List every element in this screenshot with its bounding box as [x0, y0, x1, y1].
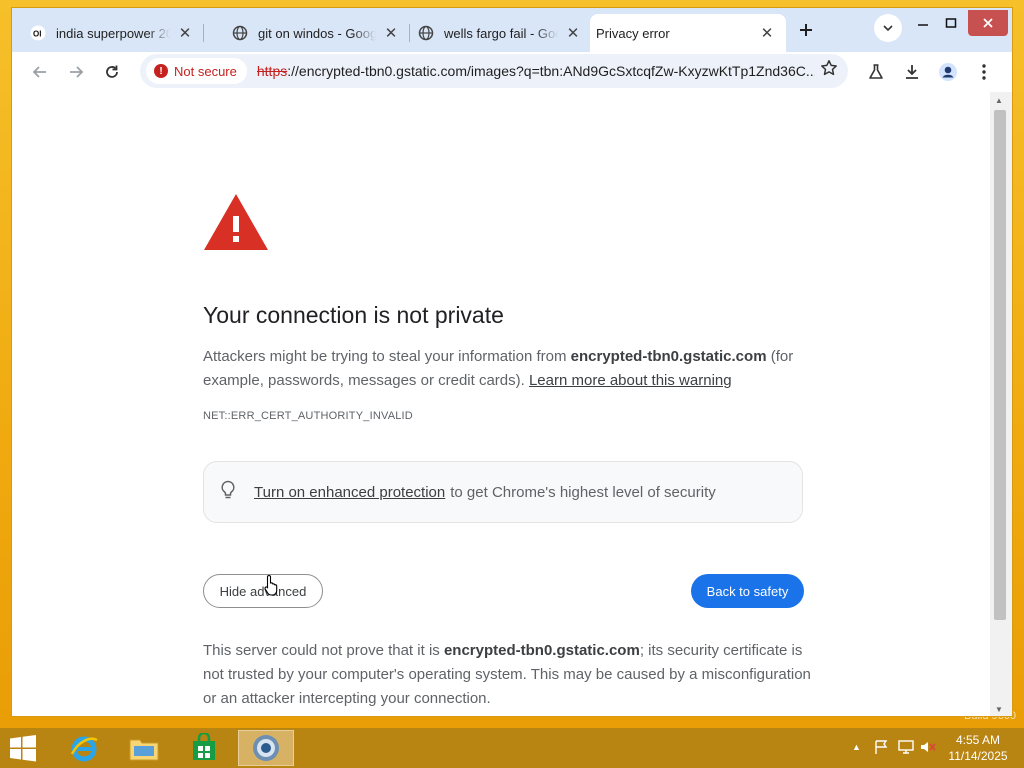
- new-tab-button[interactable]: [792, 16, 820, 44]
- volume-muted-icon[interactable]: [920, 740, 936, 757]
- page-title: Your connection is not private: [203, 302, 504, 328]
- ai-overview-icon: OI: [30, 25, 46, 41]
- taskbar-clock[interactable]: 4:55 AM 11/14/2025: [940, 732, 1016, 764]
- enhanced-protection-text: to get Chrome's highest level of securit…: [450, 483, 716, 501]
- download-icon[interactable]: [900, 60, 924, 84]
- minimize-button[interactable]: [912, 10, 934, 36]
- action-center-flag-icon[interactable]: [874, 740, 890, 757]
- minimize-icon: [918, 24, 928, 26]
- browser-window: OI india superpower 2025 - Google ✕ git …: [12, 8, 1012, 716]
- chevron-down-icon: [883, 25, 893, 32]
- tab-close-icon[interactable]: ✕: [564, 24, 582, 42]
- reload-icon: [106, 65, 118, 78]
- error-domain: encrypted-tbn0.gstatic.com: [570, 348, 767, 365]
- back-to-safety-button[interactable]: Back to safety: [691, 574, 804, 608]
- start-button[interactable]: [8, 734, 40, 762]
- url-text[interactable]: https://encrypted-tbn0.gstatic.com/image…: [257, 63, 815, 79]
- error-code: NET::ERR_CERT_AUTHORITY_INVALID: [203, 410, 413, 422]
- tab-title: india superpower 2025 - Google: [56, 25, 170, 41]
- adv-domain: encrypted-tbn0.gstatic.com: [443, 642, 640, 659]
- address-bar[interactable]: ! Not secure https://encrypted-tbn0.gsta…: [140, 54, 848, 88]
- tab-privacy-error[interactable]: Privacy error ✕: [590, 14, 786, 52]
- profile-avatar-icon[interactable]: [936, 60, 960, 84]
- tab-title: git on windos - Google Search: [258, 25, 376, 41]
- tab-close-icon[interactable]: ✕: [382, 24, 400, 42]
- tab-search-button[interactable]: [874, 14, 902, 42]
- close-window-button[interactable]: [968, 10, 1008, 36]
- taskbar: ▲ 4:55 AM 11/14/2025: [0, 728, 1024, 768]
- internet-explorer-taskbar-icon[interactable]: [56, 730, 112, 766]
- tab-git-on-windos[interactable]: git on windos - Google Search ✕: [218, 14, 410, 52]
- browser-toolbar: ! Not secure https://encrypted-tbn0.gsta…: [12, 52, 1012, 92]
- security-status-label: Not secure: [174, 63, 237, 79]
- hand-cursor-icon: [264, 574, 280, 601]
- file-explorer-taskbar-icon[interactable]: [116, 730, 172, 766]
- warning-triangle-icon: [202, 192, 270, 257]
- error-description: Attackers might be trying to steal your …: [203, 345, 813, 393]
- globe-icon: [418, 25, 434, 41]
- network-icon[interactable]: [898, 740, 914, 757]
- not-secure-chip[interactable]: ! Not secure: [146, 58, 247, 84]
- globe-icon: [232, 25, 248, 41]
- clock-time: 4:55 AM: [955, 733, 1001, 747]
- tab-wells-fargo-fail[interactable]: wells fargo fail - Google Search ✕: [404, 14, 592, 52]
- maximize-icon: [945, 18, 957, 28]
- hide-advanced-button[interactable]: Hide advanced: [203, 574, 323, 608]
- warning-circle-icon: !: [154, 64, 168, 78]
- advanced-details-text: This server could not prove that it is e…: [203, 639, 813, 711]
- windows-logo-icon: [10, 735, 36, 762]
- labs-flask-icon[interactable]: [864, 60, 888, 84]
- desc-text-1: Attackers might be trying to steal your …: [203, 348, 571, 365]
- svg-text:OI: OI: [33, 30, 41, 39]
- adv-text-1: This server could not prove that it is: [203, 642, 444, 659]
- scroll-down-arrow-icon[interactable]: ▼: [995, 705, 1003, 714]
- tray-expand-icon[interactable]: ▲: [852, 742, 861, 752]
- back-button[interactable]: [26, 58, 54, 86]
- vertical-scrollbar[interactable]: ▲ ▼: [990, 92, 1012, 716]
- tab-close-icon[interactable]: ✕: [176, 24, 194, 42]
- scroll-thumb[interactable]: [994, 110, 1006, 620]
- reload-button[interactable]: [98, 58, 126, 86]
- store-taskbar-icon[interactable]: [176, 730, 232, 766]
- url-scheme: https: [256, 63, 288, 79]
- tab-close-icon[interactable]: ✕: [758, 24, 776, 42]
- tab-strip: OI india superpower 2025 - Google ✕ git …: [12, 8, 1012, 52]
- maximize-button[interactable]: [940, 10, 962, 36]
- bookmark-star-icon[interactable]: [820, 59, 838, 82]
- plus-icon: [800, 24, 812, 36]
- close-icon: [983, 18, 993, 28]
- privacy-error-page: Your connection is not private Attackers…: [12, 92, 990, 716]
- chrome-taskbar-icon[interactable]: [238, 730, 294, 766]
- arrow-right-icon: [70, 66, 84, 78]
- scroll-up-arrow-icon[interactable]: ▲: [995, 96, 1003, 105]
- lightbulb-icon: [220, 480, 240, 504]
- tab-title: Privacy error: [596, 25, 670, 41]
- forward-button[interactable]: [62, 58, 90, 86]
- learn-more-link[interactable]: Learn more about this warning: [529, 372, 732, 389]
- url-rest: ://encrypted-tbn0.gstatic.com/images?q=t…: [287, 63, 815, 79]
- clock-date: 11/14/2025: [948, 749, 1008, 763]
- enhanced-protection-banner: Turn on enhanced protection to get Chrom…: [203, 461, 803, 523]
- arrow-left-icon: [32, 66, 46, 78]
- enhanced-protection-link[interactable]: Turn on enhanced protection: [254, 484, 445, 501]
- kebab-menu-icon[interactable]: [972, 60, 996, 84]
- tab-india-superpower[interactable]: OI india superpower 2025 - Google ✕: [16, 14, 204, 52]
- tab-title: wells fargo fail - Google Search: [444, 25, 558, 41]
